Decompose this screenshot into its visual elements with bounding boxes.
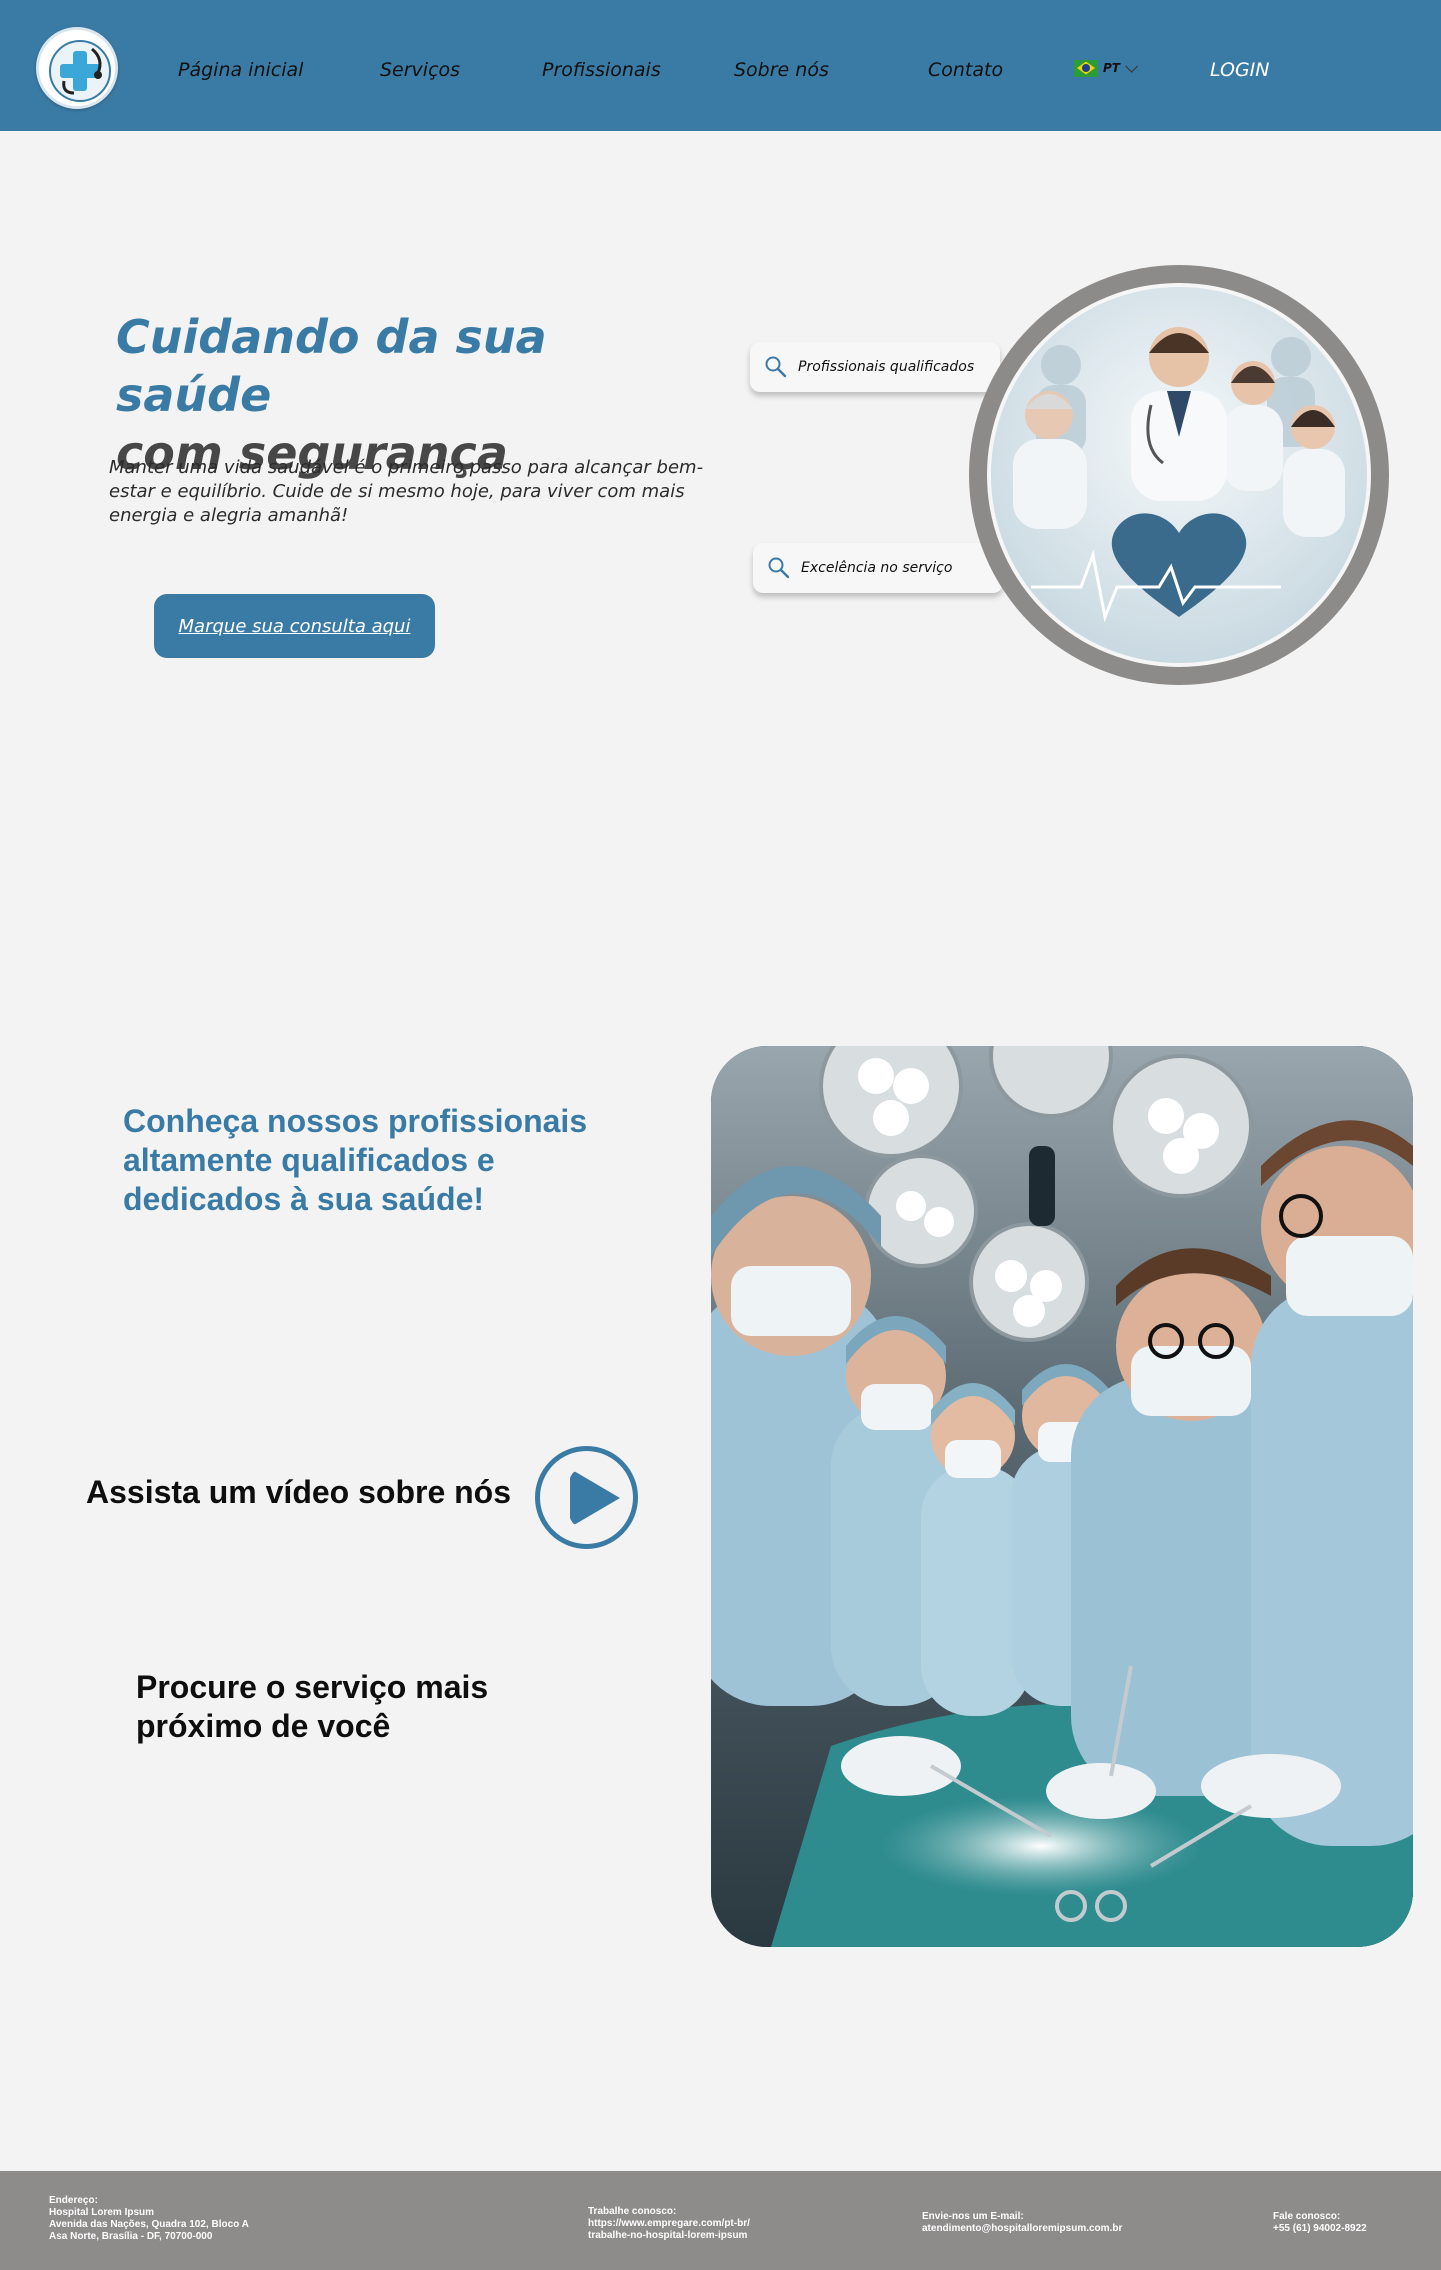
video-label: Assista um vídeo sobre nós (86, 1474, 512, 1510)
nearest-service-heading[interactable]: Procure o serviço mais próximo de você (136, 1668, 556, 1746)
nav-professionals[interactable]: Profissionais (542, 56, 661, 84)
language-selector[interactable]: PT (1074, 58, 1138, 78)
surgery-team-image (711, 1046, 1413, 1947)
footer-phone-link[interactable]: +55 (61) 94002-8922 (1273, 2223, 1367, 2235)
brazil-flag-icon (1074, 59, 1098, 77)
feature-pill-label: Excelência no serviço (801, 560, 953, 576)
feature-pill-label: Profissionais qualificados (798, 359, 975, 375)
professionals-heading: Conheça nossos profissionais altamente q… (123, 1103, 588, 1217)
book-appointment-button[interactable]: Marque sua consulta aqui (154, 594, 435, 658)
footer-address-line: Asa Norte, Brasília - DF, 70700-000 (49, 2231, 213, 2242)
footer-phone-label: Fale conosco: (1273, 2211, 1341, 2222)
language-label: PT (1103, 61, 1120, 75)
footer-email-link[interactable]: atendimento@hospitalloremipsum.com.br (922, 2223, 1122, 2235)
footer-address: Endereço: Hospital Lorem Ipsum Avenida d… (49, 2195, 249, 2243)
nav-services[interactable]: Serviços (380, 56, 460, 84)
footer-jobs-label: Trabalhe conosco: (588, 2206, 677, 2217)
search-icon (768, 557, 790, 579)
chevron-down-icon (1125, 59, 1138, 73)
play-icon[interactable] (535, 1446, 638, 1549)
footer-jobs: Trabalhe conosco: https://www.empregare.… (588, 2206, 750, 2242)
footer-address-label: Endereço: (49, 2195, 98, 2206)
nav-home[interactable]: Página inicial (178, 56, 303, 84)
hero-description: Manter uma vida saudável é o primeiro pa… (109, 457, 704, 526)
feature-pill-excellence: Excelência no serviço (753, 543, 1003, 593)
hero-title-line1: Cuidando da sua saúde (116, 310, 547, 422)
footer-jobs-link[interactable]: trabalhe-no-hospital-lorem-ipsum (588, 2230, 750, 2242)
login-button[interactable]: LOGIN (1210, 56, 1270, 84)
nav-about[interactable]: Sobre nós (734, 56, 829, 84)
footer-phone: Fale conosco: +55 (61) 94002-8922 (1273, 2211, 1367, 2235)
hospital-logo-icon[interactable] (36, 27, 118, 109)
search-icon (765, 356, 787, 378)
footer-address-line: Hospital Lorem Ipsum (49, 2207, 155, 2218)
footer-email-label: Envie-nos um E-mail: (922, 2211, 1024, 2222)
footer-address-line: Avenida das Nações, Quadra 102, Bloco A (49, 2219, 249, 2230)
doctors-team-image (987, 283, 1371, 667)
site-footer: Endereço: Hospital Lorem Ipsum Avenida d… (0, 2171, 1441, 2270)
footer-email: Envie-nos um E-mail: atendimento@hospita… (922, 2211, 1122, 2235)
feature-pill-qualified: Profissionais qualificados (750, 342, 1000, 392)
nav-contact[interactable]: Contato (928, 56, 1003, 84)
footer-jobs-link[interactable]: https://www.empregare.com/pt-br/ (588, 2218, 750, 2230)
site-header: Página inicial Serviços Profissionais So… (0, 0, 1441, 131)
